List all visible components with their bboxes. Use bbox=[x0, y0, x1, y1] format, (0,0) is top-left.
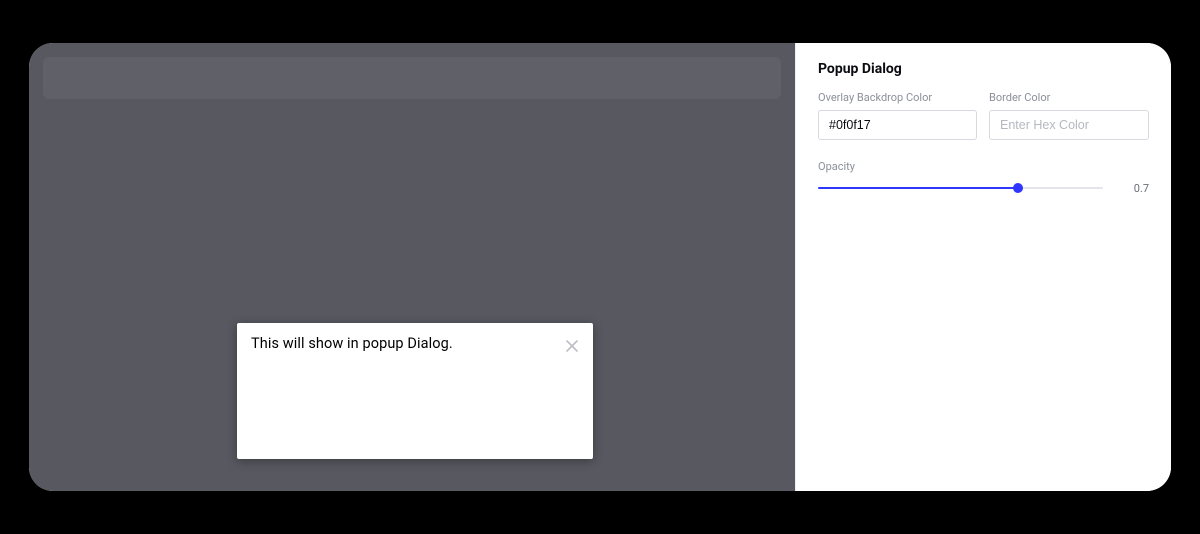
popup-dialog: This will show in popup Dialog. bbox=[237, 323, 593, 459]
field-label-opacity: Opacity bbox=[818, 160, 1149, 173]
field-border-color: Border Color bbox=[989, 91, 1149, 140]
slider-fill bbox=[818, 187, 1018, 189]
opacity-value-label: 0.7 bbox=[1121, 182, 1149, 195]
backdrop-color-input-group bbox=[818, 110, 977, 140]
border-color-input[interactable] bbox=[990, 111, 1149, 139]
slider-thumb[interactable] bbox=[1013, 183, 1023, 193]
properties-sidebar: Popup Dialog Overlay Backdrop Color Bord… bbox=[795, 43, 1171, 491]
field-opacity: Opacity 0.7 bbox=[818, 160, 1149, 195]
sidebar-title: Popup Dialog bbox=[818, 61, 1149, 77]
preview-top-placeholder bbox=[43, 57, 781, 99]
border-color-input-group bbox=[989, 110, 1149, 140]
field-label-border: Border Color bbox=[989, 91, 1149, 104]
backdrop-color-input[interactable] bbox=[819, 111, 977, 139]
close-icon[interactable] bbox=[565, 339, 579, 353]
app-frame: This will show in popup Dialog. Popup Di… bbox=[29, 43, 1171, 491]
preview-pane: This will show in popup Dialog. bbox=[29, 43, 795, 491]
popup-dialog-text: This will show in popup Dialog. bbox=[251, 335, 453, 352]
opacity-slider[interactable] bbox=[818, 181, 1103, 195]
field-label-backdrop: Overlay Backdrop Color bbox=[818, 91, 977, 104]
field-backdrop-color: Overlay Backdrop Color bbox=[818, 91, 977, 140]
